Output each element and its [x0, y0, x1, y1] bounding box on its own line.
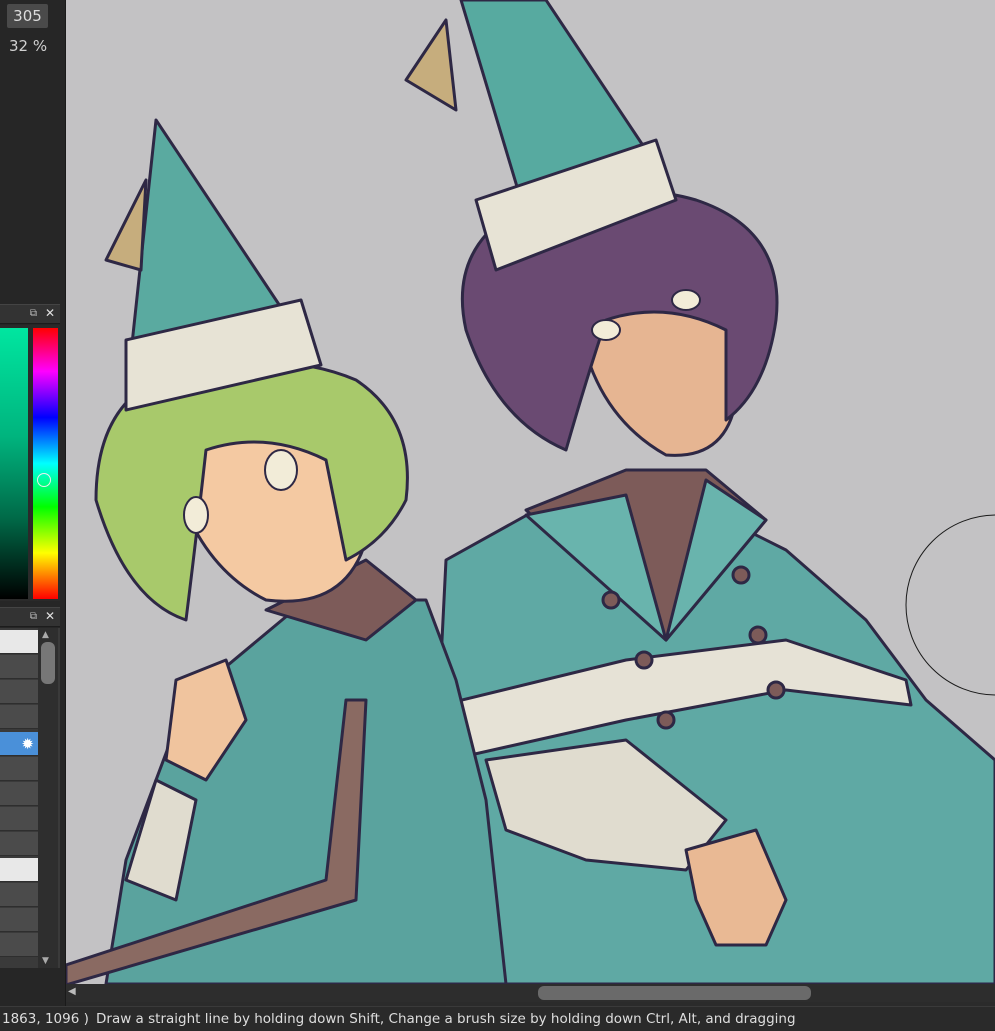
layer-row[interactable] — [0, 933, 38, 957]
color-panel-header: ⧉ ✕ — [0, 304, 60, 324]
layer-row[interactable] — [0, 655, 38, 679]
hue-slider[interactable] — [33, 328, 58, 599]
zoom-label: 32 % — [9, 37, 48, 55]
layer-row[interactable] — [0, 807, 38, 831]
layer-row[interactable] — [0, 908, 38, 932]
layer-scroll-thumb[interactable] — [41, 642, 55, 684]
horizontal-scroll-thumb[interactable] — [538, 986, 811, 1000]
layer-row[interactable] — [0, 858, 38, 882]
popout-icon[interactable]: ⧉ — [28, 611, 39, 622]
layer-row[interactable] — [0, 680, 38, 704]
scroll-left-icon[interactable]: ◀ — [68, 986, 76, 997]
status-hint: Draw a straight line by holding down Shi… — [96, 1011, 796, 1027]
scroll-up-icon[interactable]: ▲ — [42, 630, 49, 640]
paint-app-window: 305 32 % ⧉ ✕ ⧉ ✕ ✹ ▲ ▼ ◀ 1863, 1096) Dr… — [0, 0, 995, 1031]
layer-row[interactable] — [0, 832, 38, 856]
drawing-canvas[interactable] — [66, 0, 995, 984]
horizontal-scrollbar[interactable]: ◀ — [66, 984, 995, 1002]
saturation-value-square[interactable] — [0, 328, 28, 599]
layer-row[interactable] — [0, 705, 38, 729]
layer-row[interactable] — [0, 883, 38, 907]
popout-icon[interactable]: ⧉ — [28, 308, 39, 319]
close-icon[interactable]: ✕ — [44, 307, 56, 319]
layer-row[interactable] — [0, 630, 38, 654]
brush-size-box[interactable]: 305 — [7, 4, 48, 28]
layer-row[interactable] — [0, 782, 38, 806]
gear-icon[interactable]: ✹ — [21, 735, 34, 753]
cursor-coordinates: 1863, 1096 ) — [2, 1011, 89, 1027]
layer-row-selected[interactable]: ✹ — [0, 732, 38, 756]
hue-marker[interactable] — [37, 473, 51, 487]
layer-panel-header: ⧉ ✕ — [0, 607, 60, 627]
color-picker-panel — [0, 325, 60, 601]
left-dock: 305 32 % ⧉ ✕ ⧉ ✕ ✹ ▲ ▼ — [0, 0, 66, 1007]
status-bar: 1863, 1096 ) Draw a straight line by hol… — [0, 1006, 995, 1031]
illustration — [66, 0, 995, 984]
close-icon[interactable]: ✕ — [44, 610, 56, 622]
brush-cursor — [905, 514, 995, 696]
scroll-down-icon[interactable]: ▼ — [42, 956, 49, 966]
layer-panel: ✹ ▲ ▼ — [0, 628, 60, 968]
layer-scrollbar[interactable]: ▲ ▼ — [38, 628, 58, 968]
layer-row[interactable] — [0, 757, 38, 781]
